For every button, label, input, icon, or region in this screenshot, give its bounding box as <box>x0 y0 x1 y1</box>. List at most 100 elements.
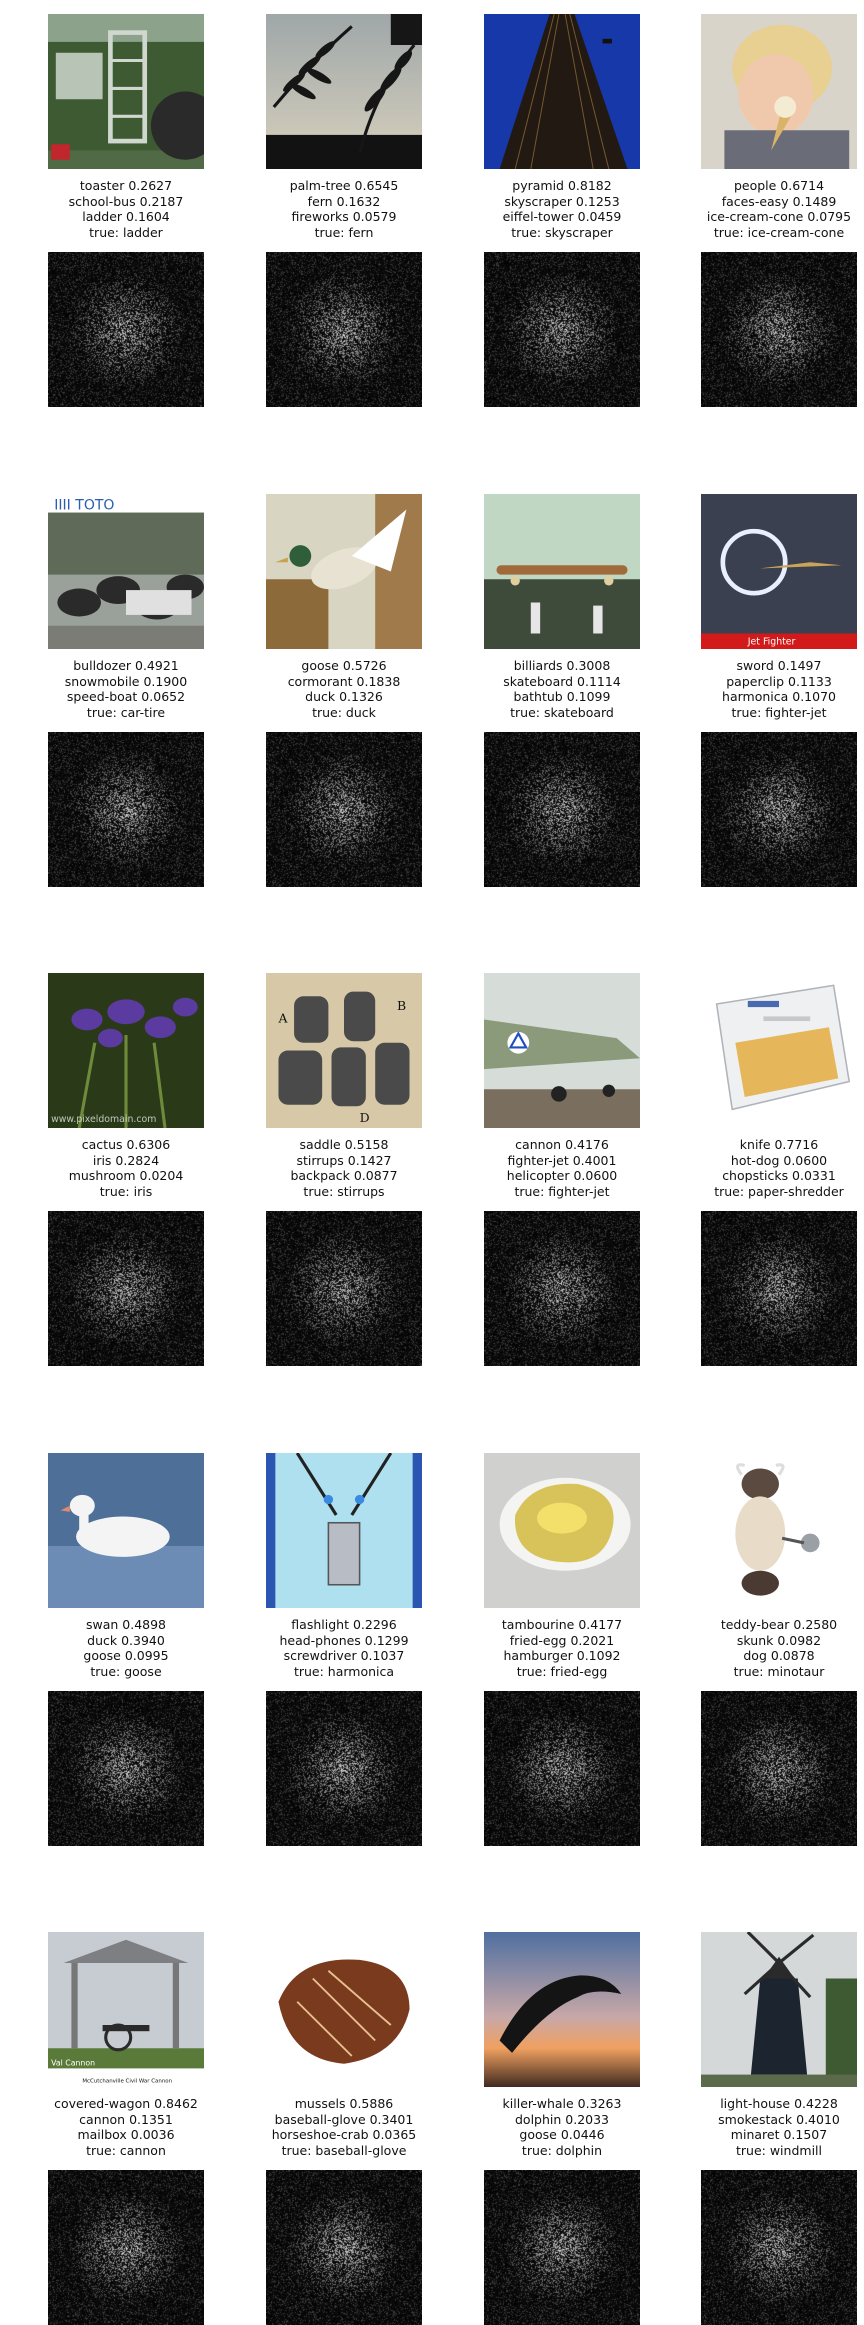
true-label: true: car-tire <box>86 704 166 720</box>
thumbnail-iris-flowers-photo: www.pixeldomain.com <box>48 973 204 1128</box>
true-label: true: skyscraper <box>511 224 613 240</box>
prediction-line: faces-easy 0.1489 <box>721 193 837 209</box>
ice-cream-saliency-map <box>701 252 857 407</box>
prediction-caption: tambourine 0.4177 fried-egg 0.2021 hamburg… <box>454 1617 670 1679</box>
thumbnail-tire-pile-photo: IIII TOTO <box>48 494 204 649</box>
prediction-caption: bulldozer 0.4921 snowmobile 0.1900 speed-b… <box>18 658 234 720</box>
prediction-line: harmonica 0.1070 <box>722 689 836 704</box>
parked-jet-saliency-map <box>484 1211 640 1366</box>
prediction-line: goose 0.0446 <box>519 2127 605 2142</box>
prediction-line: cormorant 0.1838 <box>287 673 401 689</box>
prediction-line: chopsticks 0.0331 <box>722 1168 836 1183</box>
thumbnail-car-ladder-photo <box>48 14 204 169</box>
prediction-line: hamburger 0.1092 <box>503 1648 621 1663</box>
prediction-line: tambourine 0.4177 <box>501 1617 623 1632</box>
thumbnail-dolphin-sunset-photo <box>484 1932 640 2087</box>
prediction-line: ladder 0.1604 <box>82 209 170 224</box>
true-label: true: fighter-jet <box>514 1183 610 1199</box>
thumbnail-skyscraper-photo <box>484 14 640 169</box>
dolphin-saliency-map <box>484 2170 640 2325</box>
thumbnail-white-goose-photo <box>48 1453 204 1608</box>
prediction-line: flashlight 0.2296 <box>291 1617 397 1632</box>
thumbnail-fern-silhouette-photo <box>266 14 422 169</box>
prediction-caption: saddle 0.5158 stirrups 0.1427 backpack 0.0… <box>236 1137 452 1199</box>
svg-text:Jet Fighter: Jet Fighter <box>747 636 796 647</box>
fighter-jet-saliency-map <box>701 732 857 887</box>
true-label: true: fried-egg <box>516 1663 608 1679</box>
true-label: true: iris <box>99 1183 153 1199</box>
prediction-caption: knife 0.7716 hot-dog 0.0600 chopsticks 0.0… <box>671 1137 864 1199</box>
prediction-line: smokestack 0.4010 <box>718 2111 840 2127</box>
prediction-line: backpack 0.0877 <box>290 1168 398 1183</box>
prediction-line: skunk 0.0982 <box>736 1632 822 1648</box>
prediction-line: pyramid 0.8182 <box>512 178 612 193</box>
shredder-saliency-map <box>701 1211 857 1366</box>
prediction-line: eiffel-tower 0.0459 <box>502 209 622 224</box>
prediction-line: goose 0.0995 <box>83 1648 169 1663</box>
true-label: true: fern <box>314 224 374 240</box>
svg-text:Val Cannon: Val Cannon <box>51 2058 95 2067</box>
prediction-line: light-house 0.4228 <box>720 2096 838 2111</box>
windmill-saliency-map <box>701 2170 857 2325</box>
prediction-line: teddy-bear 0.2580 <box>720 1617 838 1632</box>
prediction-line: horseshoe-crab 0.0365 <box>271 2127 417 2142</box>
prediction-line: snowmobile 0.1900 <box>64 673 188 689</box>
minotaur-saliency-map <box>701 1691 857 1846</box>
thumbnail-cannon-pavilion-photo: Val Cannon McCutchanville Civil War Cann… <box>48 1932 204 2087</box>
prediction-caption: goose 0.5726 cormorant 0.1838 duck 0.1326 t… <box>236 658 452 720</box>
thumbnail-fighter-jet-poster: Jet Fighter <box>701 494 857 649</box>
prediction-line: fern 0.1632 <box>307 193 381 209</box>
prediction-line: mushroom 0.0204 <box>68 1168 184 1183</box>
prediction-line: killer-whale 0.3263 <box>502 2096 622 2111</box>
goose-saliency-map <box>48 1691 204 1846</box>
thumbnail-parked-jet-photo <box>484 973 640 1128</box>
prediction-line: billiards 0.3008 <box>513 658 611 673</box>
thumbnail-paper-shredder-photo <box>701 973 857 1128</box>
prediction-line: duck 0.3940 <box>87 1632 165 1648</box>
skateboard-saliency-map <box>484 732 640 887</box>
prediction-line: iris 0.2824 <box>92 1152 160 1168</box>
iris-saliency-map <box>48 1211 204 1366</box>
prediction-line: duck 0.1326 <box>305 689 383 704</box>
prediction-line: minaret 0.1507 <box>730 2127 828 2142</box>
prediction-caption: palm-tree 0.6545 fern 0.1632 fireworks 0.0… <box>236 178 452 240</box>
prediction-line: helicopter 0.0600 <box>506 1168 618 1183</box>
prediction-line: fried-egg 0.2021 <box>509 1632 615 1648</box>
prediction-caption: swan 0.4898 duck 0.3940 goose 0.0995 true: … <box>18 1617 234 1679</box>
prediction-caption: covered-wagon 0.8462 cannon 0.1351 mailbox… <box>18 2096 234 2158</box>
prediction-line: hot-dog 0.0600 <box>730 1152 828 1168</box>
thumbnail-skateboard-photo <box>484 494 640 649</box>
fried-egg-saliency-map <box>484 1691 640 1846</box>
prediction-line: ice-cream-cone 0.0795 <box>706 209 852 224</box>
prediction-caption: billiards 0.3008 skateboard 0.1114 bathtub… <box>454 658 670 720</box>
prediction-line: palm-tree 0.6545 <box>289 178 399 193</box>
thumbnail-duck-painting <box>266 494 422 649</box>
prediction-line: saddle 0.5158 <box>299 1137 389 1152</box>
prediction-line: skyscraper 0.1253 <box>504 193 620 209</box>
glove-saliency-map <box>266 2170 422 2325</box>
prediction-line: mailbox 0.0036 <box>77 2127 175 2142</box>
prediction-line: people 0.6714 <box>733 178 825 193</box>
prediction-line: head-phones 0.1299 <box>279 1632 409 1648</box>
prediction-line: school-bus 0.2187 <box>68 193 184 209</box>
stirrups-saliency-map <box>266 1211 422 1366</box>
true-label: true: duck <box>312 704 376 720</box>
svg-text:D: D <box>360 1110 370 1125</box>
prediction-caption: teddy-bear 0.2580 skunk 0.0982 dog 0.0878 t… <box>671 1617 864 1679</box>
fern-saliency-map <box>266 252 422 407</box>
prediction-line: goose 0.5726 <box>301 658 387 673</box>
svg-text:B: B <box>397 998 406 1013</box>
skyscraper-saliency-map <box>484 252 640 407</box>
thumbnail-fried-egg-photo <box>484 1453 640 1608</box>
thumbnail-minotaur-figure-photo <box>701 1453 857 1608</box>
prediction-line: skateboard 0.1114 <box>503 673 621 689</box>
true-label: true: dolphin <box>521 2142 603 2158</box>
thumbnail-child-ice-cream-photo <box>701 14 857 169</box>
svg-text:www.pixeldomain.com: www.pixeldomain.com <box>51 1114 156 1125</box>
svg-text:McCutchanville Civil War Canno: McCutchanville Civil War Cannon <box>82 2078 172 2084</box>
prediction-line: mussels 0.5886 <box>294 2096 394 2111</box>
prediction-caption: cannon 0.4176 fighter-jet 0.4001 helicopte… <box>454 1137 670 1199</box>
prediction-line: bulldozer 0.4921 <box>73 658 179 673</box>
thumbnail-harmonica-pendant-photo <box>266 1453 422 1608</box>
prediction-caption: pyramid 0.8182 skyscraper 0.1253 eiffel-to… <box>454 178 670 240</box>
